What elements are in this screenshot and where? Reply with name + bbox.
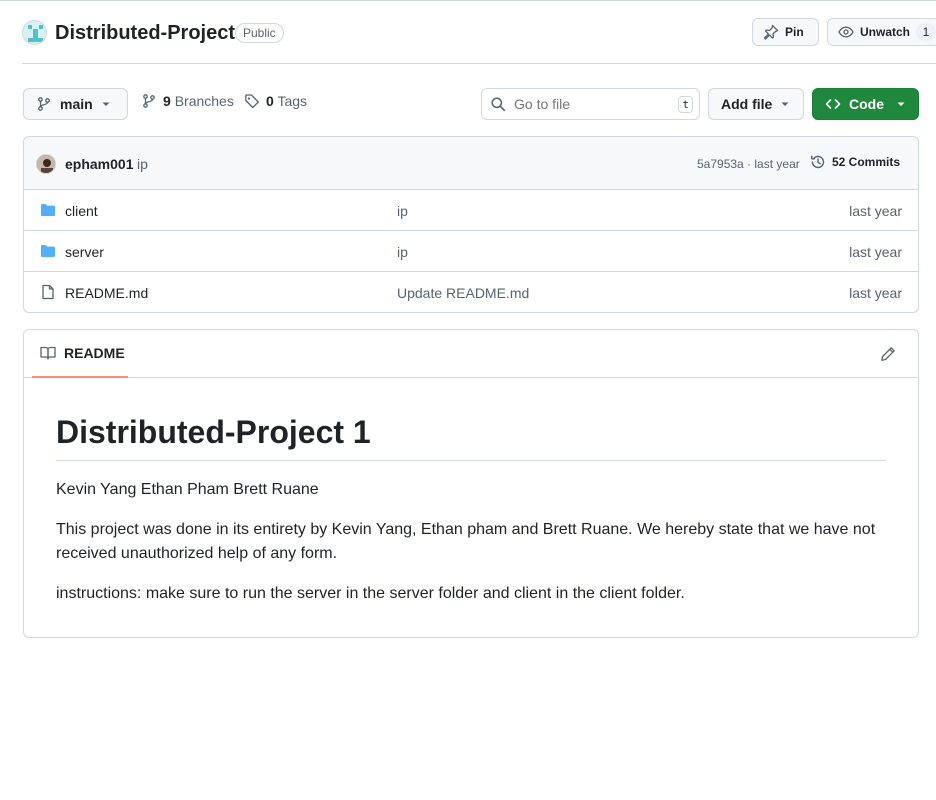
pin-button[interactable]: Pin — [752, 18, 819, 46]
pin-icon — [763, 24, 779, 40]
git-branch-icon — [38, 97, 50, 111]
code-label: Code — [849, 96, 884, 112]
file-time: last year — [849, 203, 902, 219]
file-row[interactable]: README.md Update README.md last year — [24, 272, 918, 312]
repo-header: Distributed-Project Public Pin Unwatch 1 — [22, 18, 936, 48]
code-icon — [825, 99, 841, 109]
branches-count: 9 — [163, 93, 171, 109]
commits-history-link[interactable]: 52 Commits — [810, 154, 900, 170]
readme-paragraph: This project was done in its entirety by… — [56, 521, 876, 562]
commit-author[interactable]: epham001 — [65, 156, 133, 172]
pencil-icon[interactable] — [880, 346, 896, 362]
tags-label: Tags — [277, 93, 308, 109]
git-branch-icon — [143, 94, 155, 108]
repo-owner-avatar[interactable] — [22, 20, 47, 45]
file-list: epham001 ip 5a7953a · last year 52 Commi… — [23, 136, 919, 313]
file-commit-message[interactable]: Update README.md — [397, 285, 529, 301]
file-icon — [42, 284, 54, 300]
top-border — [0, 0, 936, 1]
tab-readme[interactable]: README — [32, 330, 128, 378]
commit-author-avatar[interactable] — [36, 154, 56, 174]
add-file-button[interactable]: Add file — [708, 88, 804, 120]
unwatch-button[interactable]: Unwatch 1 — [827, 18, 936, 46]
file-name[interactable]: server — [65, 244, 104, 260]
latest-commit-bar: epham001 ip 5a7953a · last year 52 Commi… — [24, 137, 918, 190]
keyboard-shortcut-hint: t — [678, 96, 693, 113]
code-button[interactable]: Code — [812, 88, 919, 120]
visibility-badge: Public — [235, 23, 284, 43]
file-time: last year — [849, 285, 902, 301]
go-to-file-box[interactable]: t — [481, 88, 700, 120]
search-icon — [491, 97, 506, 112]
commits-count-label: 52 Commits — [832, 155, 901, 169]
folder-icon — [41, 204, 55, 216]
branch-name: main — [60, 96, 93, 112]
file-time: last year — [849, 244, 902, 260]
branches-link[interactable]: 9 Branches — [141, 93, 234, 109]
watch-count: 1 — [916, 23, 936, 41]
file-commit-message[interactable]: ip — [397, 203, 408, 219]
readme-tab-label: README — [64, 345, 125, 361]
history-icon — [811, 155, 825, 169]
add-file-label: Add file — [721, 96, 773, 112]
file-commit-message[interactable]: ip — [397, 244, 408, 260]
caret-down-icon — [102, 102, 110, 106]
readme-panel: README Distributed-Project 1 Kevin Yang … — [23, 329, 919, 638]
caret-down-icon — [781, 102, 789, 106]
unwatch-label: Unwatch — [860, 25, 911, 39]
file-name[interactable]: client — [65, 203, 98, 219]
eye-icon — [838, 26, 854, 38]
tags-count: 0 — [266, 93, 274, 109]
branches-label: Branches — [174, 93, 234, 109]
file-name[interactable]: README.md — [65, 285, 148, 301]
file-row[interactable]: client ip last year — [24, 190, 918, 231]
readme-paragraph: Kevin Yang Ethan Pham Brett Ruane — [56, 481, 319, 498]
branch-select-button[interactable]: main — [23, 88, 128, 120]
commit-hash-time[interactable]: 5a7953a · last year — [697, 157, 800, 171]
tag-icon — [245, 94, 259, 109]
header-divider — [22, 63, 936, 64]
folder-icon — [41, 245, 55, 257]
repo-name[interactable]: Distributed-Project — [55, 19, 235, 47]
readme-paragraph: instructions: make sure to run the serve… — [56, 585, 685, 602]
book-icon — [40, 346, 56, 360]
readme-tab-bar: README — [24, 330, 918, 378]
pin-label: Pin — [785, 25, 804, 39]
file-row[interactable]: server ip last year — [24, 231, 918, 272]
commit-message[interactable]: ip — [137, 156, 148, 172]
tags-link[interactable]: 0 Tags — [244, 93, 307, 109]
readme-heading: Distributed-Project 1 — [56, 412, 886, 461]
go-to-file-input[interactable] — [514, 96, 674, 112]
caret-down-icon — [897, 102, 905, 106]
